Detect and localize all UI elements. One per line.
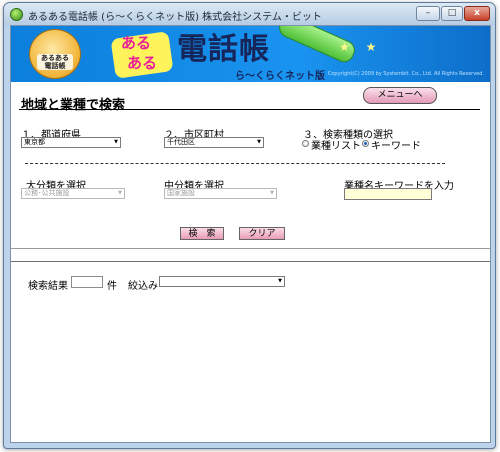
radio-industry-list[interactable]: [302, 140, 309, 147]
chevron-down-icon: ▼: [257, 139, 261, 145]
menu-button[interactable]: メニューへ: [363, 87, 437, 104]
prefecture-select-value: 東京都: [24, 138, 45, 146]
prefecture-select[interactable]: 東京都 ▼: [21, 137, 121, 148]
chevron-down-icon: ▼: [114, 139, 118, 145]
middle-category-select-value: 国家施設: [167, 189, 195, 197]
app-icon: [10, 8, 23, 21]
copyright-text: Copyright(C) 2009 by Systembit. Co., Ltd…: [327, 71, 484, 77]
results-panel: [11, 261, 490, 442]
results-label: 検索結果: [28, 281, 68, 292]
app-window: あるある電話帳 (ら～くらくネット版) 株式会社システム・ビット – □ x あ…: [3, 2, 496, 449]
title-divider: [19, 109, 480, 110]
page-title: 地域と業種で検索: [21, 98, 126, 113]
radio-keyword[interactable]: [362, 140, 369, 147]
chevron-down-icon: ▼: [118, 190, 122, 196]
city-select[interactable]: 千代田区 ▼: [164, 137, 264, 148]
major-category-select-value: 公務･公共施設: [24, 189, 70, 197]
close-button[interactable]: x: [464, 6, 490, 21]
radio-industry-list-label[interactable]: 業種リスト: [311, 137, 361, 152]
logo-aru-top: ある: [121, 34, 152, 52]
search-button[interactable]: 検 索: [180, 227, 224, 240]
mascot-label: あるある 電話帳: [37, 54, 73, 70]
logo-aru-bottom: ある: [127, 54, 158, 72]
middle-category-select[interactable]: 国家施設 ▼: [164, 188, 277, 199]
clear-button[interactable]: クリア: [239, 227, 285, 240]
filter-select[interactable]: ▼: [159, 276, 285, 287]
city-select-value: 千代田区: [167, 138, 195, 146]
results-count-field: [71, 276, 103, 288]
chevron-down-icon: ▼: [278, 278, 282, 284]
minimize-button[interactable]: –: [416, 6, 440, 21]
logo-subtitle: ら～くらくネット版: [235, 71, 325, 82]
client-area: あるある 電話帳 ある ある 電話帳 ら～くらくネット版 ★ ★ Copyrig…: [10, 25, 491, 443]
logo-title: 電話帳: [177, 32, 270, 67]
window-title: あるある電話帳 (ら～くらくネット版) 株式会社システム・ビット: [28, 12, 322, 23]
title-bar[interactable]: あるある電話帳 (ら～くらくネット版) 株式会社システム・ビット – □ x: [4, 3, 495, 25]
chevron-down-icon: ▼: [270, 190, 274, 196]
sparkle-icon: ★ ★: [339, 40, 383, 54]
keyword-input[interactable]: [344, 188, 432, 200]
dashed-divider: [25, 163, 445, 164]
maximize-button[interactable]: □: [441, 6, 463, 21]
header-banner: あるある 電話帳 ある ある 電話帳 ら～くらくネット版 ★ ★ Copyrig…: [11, 26, 490, 82]
major-category-select[interactable]: 公務･公共施設 ▼: [21, 188, 125, 199]
results-unit: 件: [107, 281, 117, 292]
section-divider: [11, 248, 490, 249]
radio-keyword-label[interactable]: キーワード: [371, 137, 421, 152]
filter-label: 絞込み: [128, 281, 158, 292]
